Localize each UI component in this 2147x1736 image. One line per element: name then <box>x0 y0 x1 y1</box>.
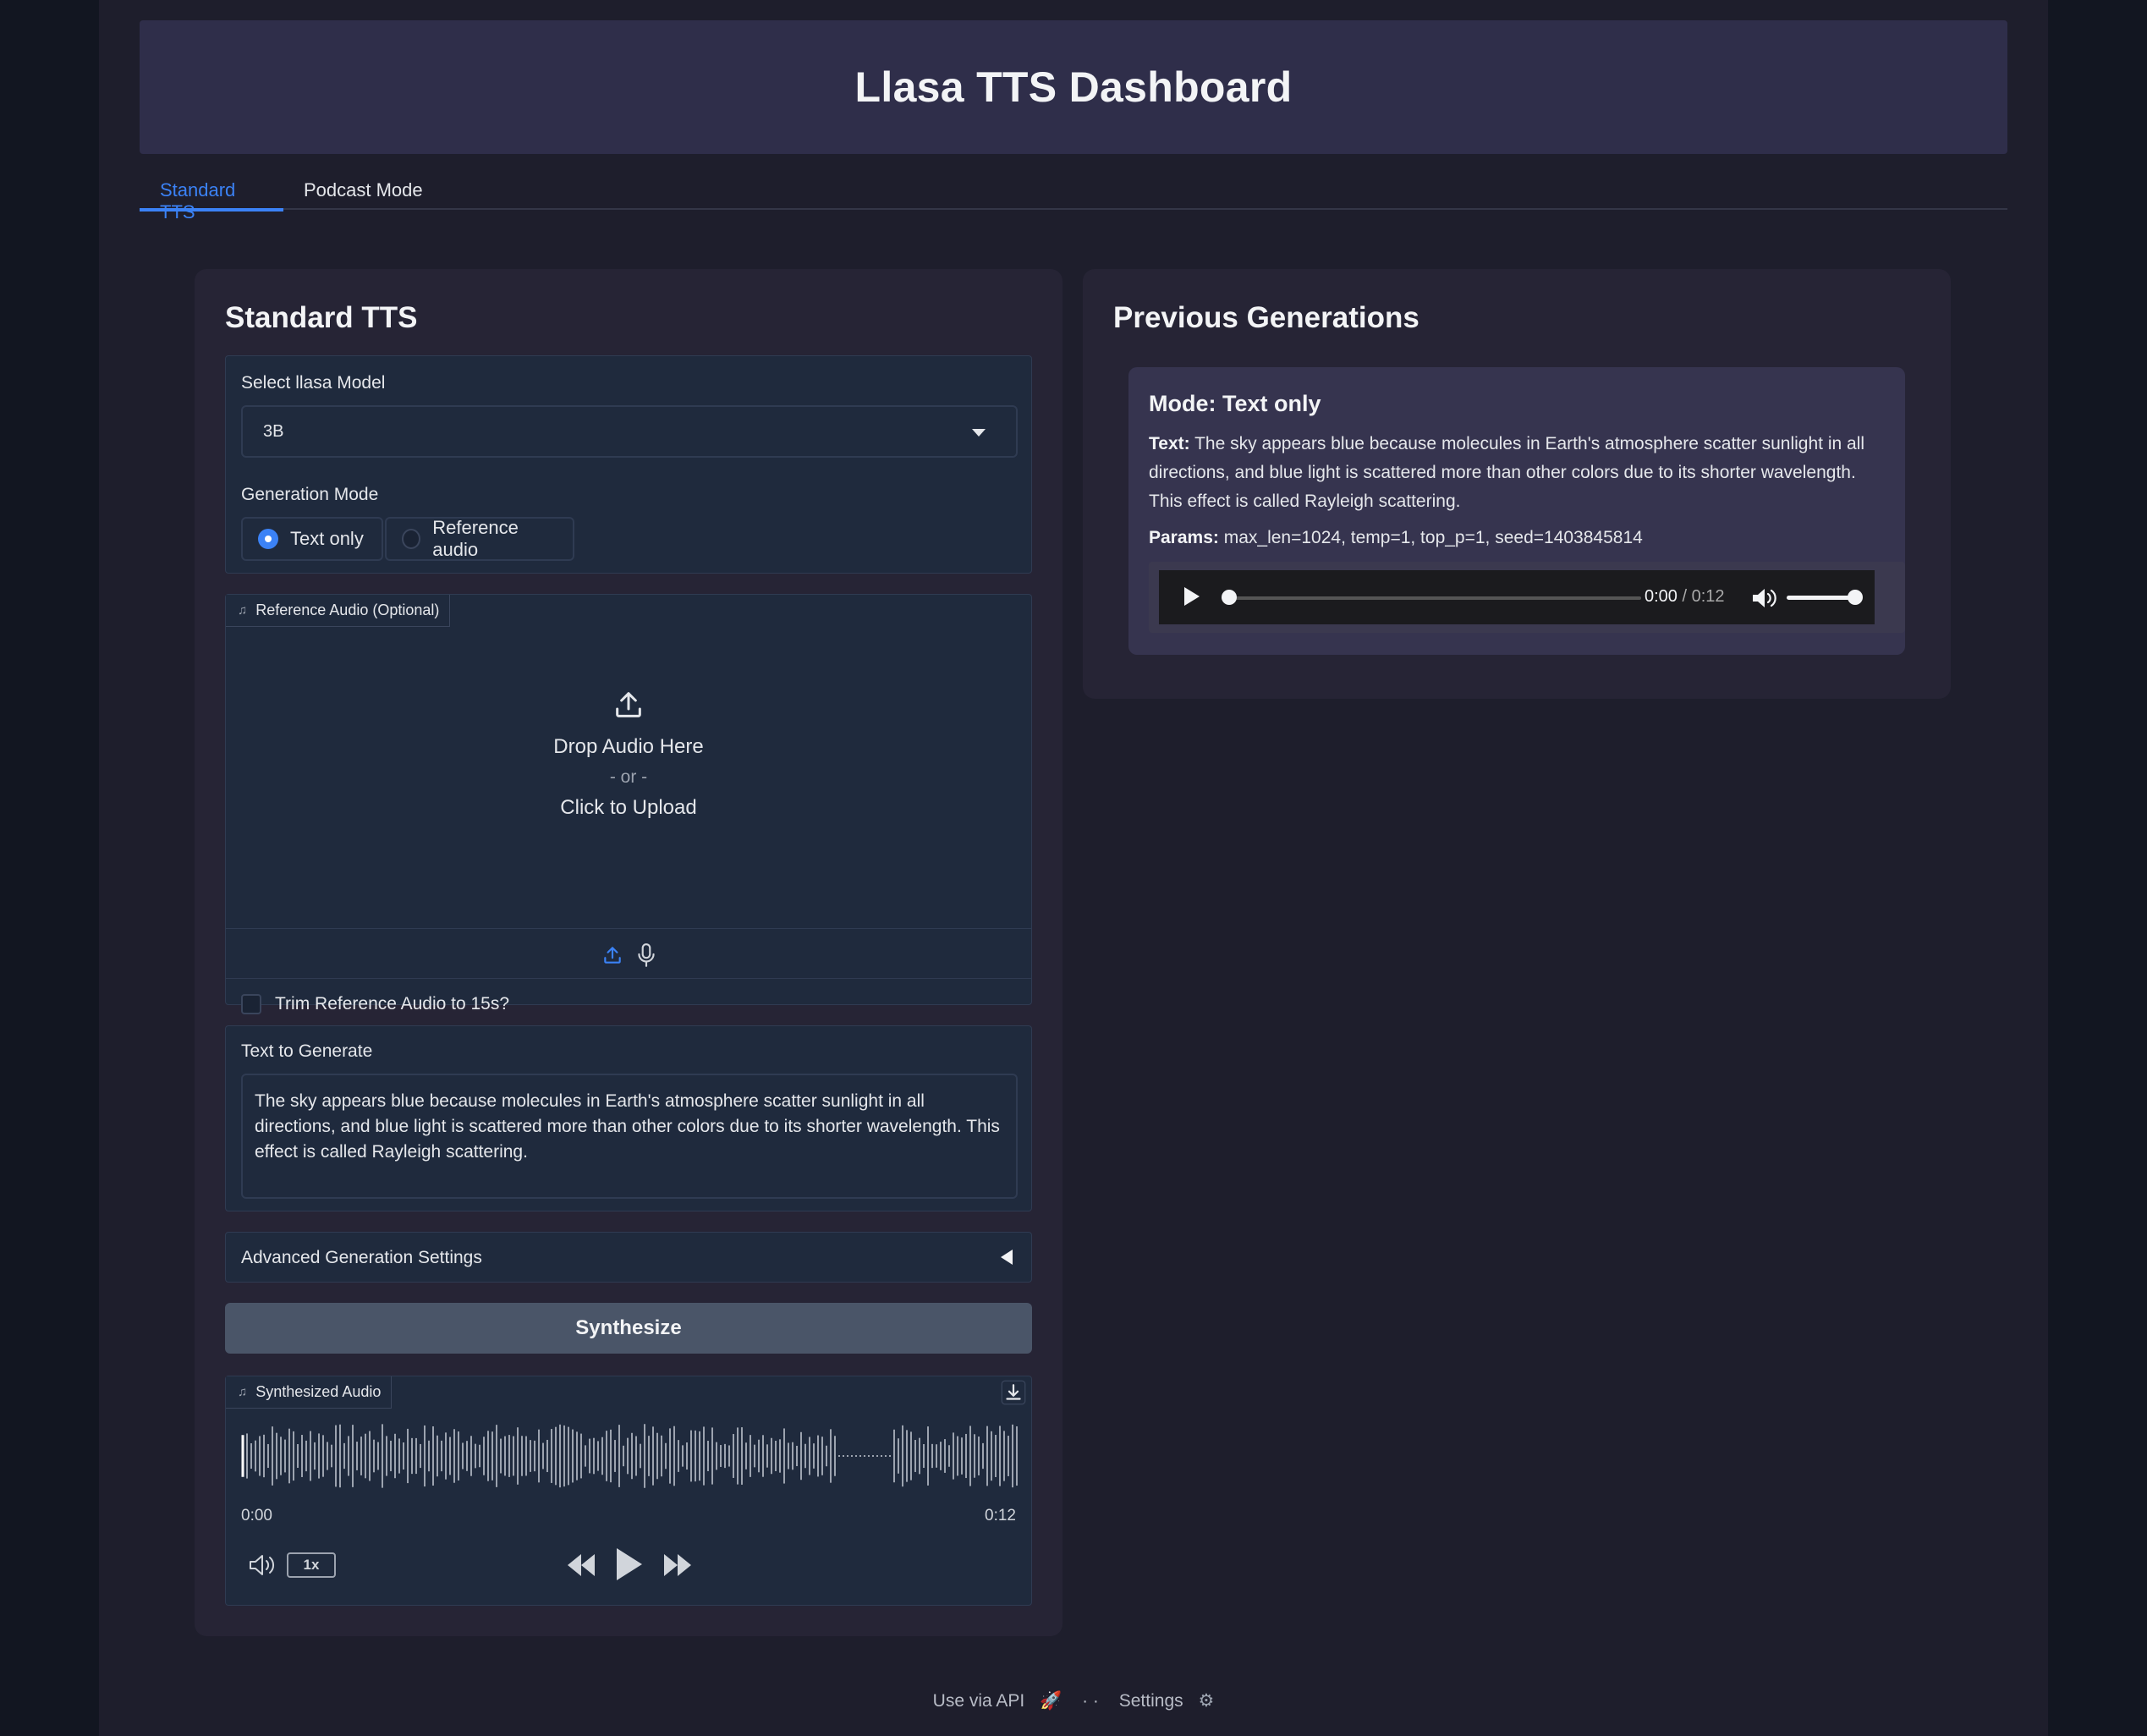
tab-podcast-mode[interactable]: Podcast Mode <box>283 179 443 210</box>
download-icon[interactable] <box>1001 1380 1026 1405</box>
params-value: max_len=1024, temp=1, top_p=1, seed=1403… <box>1223 528 1643 547</box>
volume-handle[interactable] <box>1848 590 1863 605</box>
upload-source-icon[interactable] <box>601 944 623 966</box>
model-select-value: 3B <box>263 422 284 441</box>
reference-audio-panel: ♫ Reference Audio (Optional) Drop Audio … <box>225 594 1032 1014</box>
or-text: - or - <box>609 767 648 787</box>
radio-label: Reference audio <box>432 517 519 560</box>
gear-icon: ⚙ <box>1198 1691 1215 1711</box>
footer: Use via API 🚀 · · Settings ⚙ <box>99 1690 2048 1711</box>
generation-mode-label: Generation Mode <box>241 485 379 504</box>
text-label: Text: <box>1149 434 1190 453</box>
text-input-panel: Text to Generate The sky appears blue be… <box>225 1025 1032 1211</box>
previous-generations-panel: Previous Generations Mode: Text only Tex… <box>1083 269 1951 699</box>
time-start: 0:00 <box>241 1507 272 1524</box>
rocket-icon: 🚀 <box>1040 1691 1063 1711</box>
audio-player: 0:00 / 0:12 <box>1159 570 1875 624</box>
audio-drop-zone[interactable]: Drop Audio Here - or - Click to Upload <box>226 627 1031 928</box>
standard-tts-panel: Standard TTS Select llasa Model 3B Gener… <box>195 269 1063 1636</box>
text-input-label: Text to Generate <box>241 1041 373 1061</box>
seek-bar[interactable] <box>1227 596 1641 600</box>
chevron-down-icon <box>972 429 986 437</box>
upload-icon <box>616 692 641 717</box>
model-select[interactable]: 3B <box>241 405 1018 458</box>
current-time: 0:00 <box>1645 587 1678 606</box>
fast-forward-icon[interactable] <box>661 1551 695 1579</box>
radio-reference-audio[interactable]: Reference audio <box>385 517 574 561</box>
app-page: Llasa TTS Dashboard Standard TTS Podcast… <box>99 0 2048 1736</box>
trim-checkbox[interactable] <box>241 994 261 1014</box>
text-to-generate-input[interactable]: The sky appears blue because molecules i… <box>241 1074 1018 1199</box>
model-settings-panel: Select llasa Model 3B Generation Mode Te… <box>225 355 1032 574</box>
synthesized-audio-chip: ♫ Synthesized Audio <box>226 1376 393 1409</box>
music-note-icon: ♫ <box>238 603 248 618</box>
audio-player-wrap: 0:00 / 0:12 <box>1149 562 1905 633</box>
chip-label: Synthesized Audio <box>255 1383 382 1400</box>
trim-checkbox-row[interactable]: Trim Reference Audio to 15s? <box>241 994 509 1014</box>
reference-audio-chip: ♫ Reference Audio (Optional) <box>226 595 451 627</box>
generation-params: Params: max_len=1024, temp=1, top_p=1, s… <box>1149 528 1643 548</box>
music-note-icon: ♫ <box>238 1385 248 1399</box>
click-upload-text: Click to Upload <box>560 796 697 819</box>
collapse-arrow-icon <box>1001 1250 1013 1265</box>
tab-bar: Standard TTS Podcast Mode <box>140 169 2007 222</box>
generation-text: Text: The sky appears blue because molec… <box>1149 430 1885 516</box>
microphone-icon[interactable] <box>635 942 657 968</box>
generation-card: Mode: Text only Text: The sky appears bl… <box>1128 367 1905 655</box>
radio-unselected-icon <box>402 529 421 549</box>
synthesize-button[interactable]: Synthesize <box>225 1303 1032 1354</box>
radio-text-only[interactable]: Text only <box>241 517 383 561</box>
synthesized-audio-panel: ♫ Synthesized Audio 0:00 0:12 1x <box>225 1376 1032 1606</box>
source-toolbar <box>226 928 1031 979</box>
chip-label: Reference Audio (Optional) <box>255 602 440 618</box>
app-title: Llasa TTS Dashboard <box>854 63 1293 111</box>
drop-text: Drop Audio Here <box>553 735 704 758</box>
player-time: 0:00 / 0:12 <box>1645 587 1725 607</box>
duration: / 0:12 <box>1682 587 1725 606</box>
waveform[interactable] <box>241 1422 1018 1490</box>
play-icon[interactable] <box>1184 587 1200 606</box>
radio-label: Text only <box>290 528 364 549</box>
section-title: Standard TTS <box>225 301 418 334</box>
trim-label: Trim Reference Audio to 15s? <box>275 994 510 1014</box>
rewind-icon[interactable] <box>564 1551 598 1579</box>
use-via-api-link[interactable]: Use via API 🚀 <box>928 1691 1068 1711</box>
volume-slider[interactable] <box>1787 596 1854 600</box>
footer-separator: · · <box>1082 1691 1099 1711</box>
volume-icon[interactable] <box>1751 587 1778 609</box>
text-value: The sky appears blue because molecules i… <box>1149 434 1865 511</box>
model-select-label: Select llasa Model <box>241 373 386 393</box>
generation-mode-title: Mode: Text only <box>1149 391 1321 416</box>
play-icon[interactable] <box>613 1546 645 1583</box>
time-end: 0:12 <box>985 1507 1016 1524</box>
seek-handle[interactable] <box>1222 590 1237 605</box>
params-label: Params: <box>1149 528 1219 547</box>
radio-selected-icon <box>258 529 278 549</box>
app-header: Llasa TTS Dashboard <box>140 20 2007 154</box>
volume-icon[interactable] <box>248 1552 277 1578</box>
advanced-settings-accordion[interactable]: Advanced Generation Settings <box>225 1232 1032 1283</box>
tab-standard-tts[interactable]: Standard TTS <box>140 179 283 222</box>
settings-link[interactable]: Settings ⚙ <box>1114 1691 1220 1711</box>
playback-speed-button[interactable]: 1x <box>287 1552 336 1578</box>
section-title: Previous Generations <box>1113 301 1419 334</box>
advanced-settings-label: Advanced Generation Settings <box>241 1248 482 1267</box>
